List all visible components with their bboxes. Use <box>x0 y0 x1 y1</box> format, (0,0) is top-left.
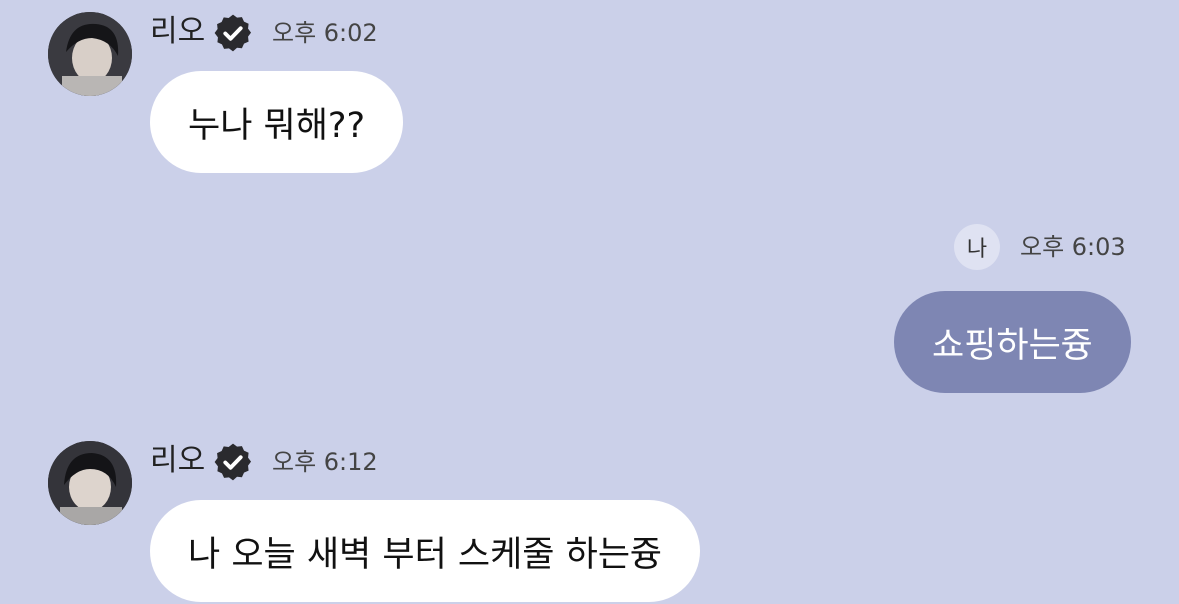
sender-avatar[interactable] <box>48 12 132 96</box>
my-label-badge: 나 <box>954 224 1000 270</box>
incoming-message-bubble[interactable]: 나 오늘 새벽 부터 스케줄 하는즁 <box>150 500 701 602</box>
sender-avatar[interactable] <box>48 441 132 525</box>
message-timestamp: 오후 6:12 <box>272 448 378 476</box>
profile-photo <box>48 12 132 96</box>
verified-badge-icon <box>214 14 252 52</box>
message-timestamp: 오후 6:02 <box>272 19 378 47</box>
message-timestamp: 오후 6:03 <box>1020 233 1126 261</box>
outgoing-message-bubble[interactable]: 쇼핑하는즁 <box>893 291 1131 393</box>
incoming-message-bubble[interactable]: 누나 뭐해?? <box>150 71 404 173</box>
sender-name: 리오 <box>150 14 206 49</box>
profile-photo <box>48 441 132 525</box>
verified-badge-icon <box>214 443 252 481</box>
sender-name: 리오 <box>150 443 206 478</box>
